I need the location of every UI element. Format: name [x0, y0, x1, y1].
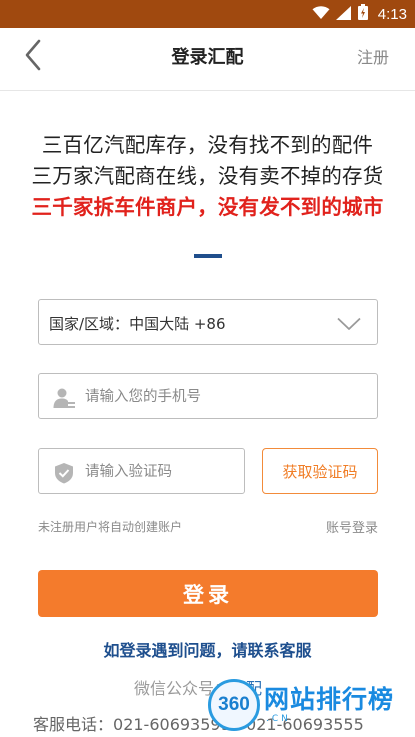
verification-code-input[interactable]	[85, 460, 235, 484]
back-arrow-icon	[24, 39, 42, 75]
watermark-sub-text: .CN	[266, 714, 291, 724]
status-time: 4:13	[377, 5, 407, 23]
login-button[interactable]: 登录	[38, 570, 378, 617]
service-label: 客服电话：	[33, 715, 114, 734]
get-code-button[interactable]: 获取验证码	[262, 448, 378, 494]
phone-field[interactable]	[38, 373, 378, 419]
slogan-line-3: 三千家拆车件商户，没有发不到的城市	[31, 195, 384, 219]
country-value: 中国大陆 +86	[129, 315, 226, 333]
signal-icon	[335, 5, 352, 24]
header: 登录汇配 注册	[0, 28, 415, 84]
phone-input[interactable]	[85, 385, 355, 409]
register-link[interactable]: 注册	[357, 44, 389, 68]
chevron-down-icon	[337, 316, 361, 335]
shield-check-icon	[53, 462, 75, 484]
contact-support-link[interactable]: 如登录遇到问题，请联系客服	[0, 637, 415, 661]
country-selector[interactable]: 国家/区域：中国大陆 +86	[38, 299, 378, 345]
watermark-badge-icon: 360	[208, 679, 260, 731]
verification-code-field[interactable]	[38, 448, 245, 494]
status-icons: 4:13	[312, 0, 407, 28]
watermark: 360 网站排行榜 .CN	[208, 676, 413, 734]
user-icon	[53, 387, 75, 409]
back-button[interactable]	[18, 39, 48, 75]
wifi-icon	[312, 5, 330, 24]
watermark-text: 网站排行榜 .CN	[264, 685, 395, 725]
account-login-link[interactable]: 账号登录	[326, 517, 378, 536]
divider-dash	[194, 254, 222, 258]
auto-create-note: 未注册用户将自动创建账户	[38, 520, 183, 534]
header-divider	[0, 90, 415, 91]
country-selector-text: 国家/区域：中国大陆 +86	[49, 313, 226, 334]
country-label: 国家/区域：	[49, 315, 130, 333]
slogan-line-2: 三万家汽配商在线，没有卖不掉的存货	[31, 164, 384, 188]
slogan-block: 三百亿汽配库存，没有找不到的配件 三万家汽配商在线，没有卖不掉的存货 三千家拆车…	[0, 130, 415, 223]
slogan-line-1: 三百亿汽配库存，没有找不到的配件	[41, 133, 374, 157]
watermark-main-text: 网站排行榜	[264, 685, 395, 714]
battery-icon	[357, 4, 368, 24]
status-bar: 4:13	[0, 0, 415, 28]
page-title: 登录汇配	[171, 47, 244, 68]
